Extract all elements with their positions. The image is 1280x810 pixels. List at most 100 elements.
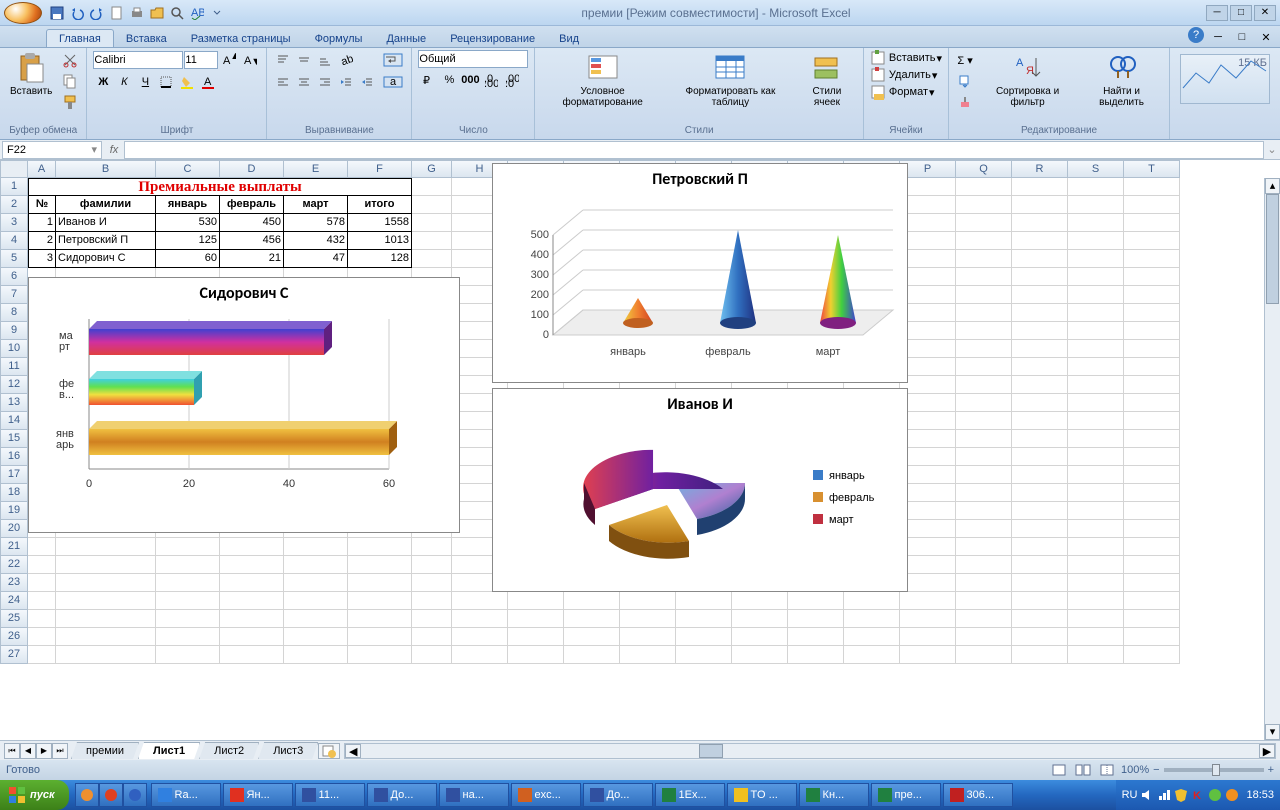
select-all-corner[interactable] [0, 160, 28, 178]
table-cell[interactable]: 3 [28, 250, 56, 268]
row-header[interactable]: 26 [0, 628, 28, 646]
taskbar-item[interactable]: 306... [943, 783, 1013, 807]
sparkline-addin[interactable]: 15 КБ [1180, 54, 1270, 104]
quick-launch[interactable] [75, 783, 99, 807]
redo-icon[interactable] [88, 4, 106, 22]
table-cell[interactable]: Иванов И [56, 214, 156, 232]
open-icon[interactable] [148, 4, 166, 22]
clear-icon[interactable] [955, 92, 975, 112]
table-cell[interactable]: 530 [156, 214, 220, 232]
zoom-out-icon[interactable]: − [1153, 764, 1159, 776]
last-sheet-icon[interactable]: ⏭ [52, 743, 68, 759]
tab-pagelayout[interactable]: Разметка страницы [179, 30, 303, 47]
row-header[interactable]: 13 [0, 394, 28, 412]
table-cell[interactable]: 432 [284, 232, 348, 250]
ribbon-close-icon[interactable]: ✕ [1256, 27, 1276, 47]
fill-icon[interactable] [955, 71, 975, 91]
row-header[interactable]: 24 [0, 592, 28, 610]
border-icon[interactable] [156, 72, 176, 92]
increase-font-icon[interactable]: A▲ [219, 50, 239, 70]
row-header[interactable]: 15 [0, 430, 28, 448]
maximize-button[interactable]: □ [1230, 5, 1252, 21]
row-header[interactable]: 21 [0, 538, 28, 556]
quickprint-icon[interactable] [128, 4, 146, 22]
decrease-decimal-icon[interactable]: ,00,0 [502, 70, 522, 90]
sheet-tab[interactable]: Лист2 [199, 742, 259, 759]
cell-styles-button[interactable]: Стили ячеек [797, 50, 857, 110]
decrease-indent-icon[interactable] [336, 72, 356, 92]
font-color-icon[interactable]: A [198, 72, 218, 92]
currency-icon[interactable]: ₽ [418, 70, 438, 90]
align-right-icon[interactable] [315, 72, 335, 92]
column-header[interactable]: P [900, 160, 956, 178]
row-header[interactable]: 16 [0, 448, 28, 466]
taskbar-item[interactable]: До... [583, 783, 653, 807]
taskbar-item[interactable]: на... [439, 783, 509, 807]
ribbon-restore-icon[interactable]: □ [1232, 27, 1252, 47]
format-as-table-button[interactable]: Форматировать как таблицу [668, 50, 793, 110]
row-header[interactable]: 6 [0, 268, 28, 286]
column-header[interactable]: F [348, 160, 412, 178]
prev-sheet-icon[interactable]: ◀ [20, 743, 36, 759]
row-header[interactable]: 22 [0, 556, 28, 574]
row-header[interactable]: 18 [0, 484, 28, 502]
column-header[interactable]: B [56, 160, 156, 178]
column-header[interactable]: T [1124, 160, 1180, 178]
delete-cells-button[interactable]: Удалить ▾ [870, 67, 942, 83]
ribbon-minimize-icon[interactable]: ─ [1208, 27, 1228, 47]
undo-icon[interactable] [68, 4, 86, 22]
tab-formulas[interactable]: Формулы [303, 30, 375, 47]
table-cell[interactable]: 125 [156, 232, 220, 250]
format-painter-icon[interactable] [60, 92, 80, 112]
column-header[interactable]: E [284, 160, 348, 178]
column-header[interactable]: C [156, 160, 220, 178]
conditional-formatting-button[interactable]: Условное форматирование [541, 50, 663, 110]
horizontal-scrollbar[interactable]: ◀ ▶ [344, 743, 1276, 759]
table-cell[interactable]: 578 [284, 214, 348, 232]
merge-center-icon[interactable]: a [381, 72, 405, 92]
increase-decimal-icon[interactable]: ,0,00 [481, 70, 501, 90]
column-header[interactable]: D [220, 160, 284, 178]
column-header[interactable]: Q [956, 160, 1012, 178]
start-button[interactable]: пуск [0, 780, 69, 810]
align-top-icon[interactable] [273, 50, 293, 70]
taskbar-item[interactable]: Ra... [151, 783, 221, 807]
copy-icon[interactable] [60, 71, 80, 91]
close-button[interactable]: ✕ [1254, 5, 1276, 21]
align-middle-icon[interactable] [294, 50, 314, 70]
row-header[interactable]: 7 [0, 286, 28, 304]
table-cell[interactable]: 128 [348, 250, 412, 268]
table-cell[interactable]: 47 [284, 250, 348, 268]
view-pagebreak-icon[interactable] [1097, 760, 1117, 780]
column-header[interactable]: G [412, 160, 452, 178]
row-header[interactable]: 2 [0, 196, 28, 214]
clock[interactable]: 18:53 [1246, 789, 1274, 801]
office-button[interactable] [4, 2, 42, 24]
quick-launch[interactable] [123, 783, 147, 807]
preview-icon[interactable] [168, 4, 186, 22]
taskbar-item[interactable]: exc... [511, 783, 581, 807]
first-sheet-icon[interactable]: ⏮ [4, 743, 20, 759]
quick-launch[interactable] [99, 783, 123, 807]
table-cell[interactable]: 2 [28, 232, 56, 250]
row-header[interactable]: 23 [0, 574, 28, 592]
row-header[interactable]: 10 [0, 340, 28, 358]
zoom-in-icon[interactable]: + [1268, 764, 1274, 776]
row-header[interactable]: 4 [0, 232, 28, 250]
chart-ivanov[interactable]: Иванов И [492, 388, 908, 592]
row-header[interactable]: 17 [0, 466, 28, 484]
fx-icon[interactable]: fx [104, 144, 124, 156]
column-header[interactable]: S [1068, 160, 1124, 178]
help-icon[interactable]: ? [1188, 27, 1204, 43]
view-normal-icon[interactable] [1049, 760, 1069, 780]
formula-input[interactable] [124, 141, 1264, 159]
row-header[interactable]: 11 [0, 358, 28, 376]
table-cell[interactable]: 1558 [348, 214, 412, 232]
sheet-tab[interactable]: Лист1 [138, 742, 200, 759]
table-cell[interactable]: Сидорович С [56, 250, 156, 268]
taskbar-item[interactable]: Ян... [223, 783, 293, 807]
chart-sidorovich[interactable]: Сидорович С [28, 277, 460, 533]
percent-icon[interactable]: % [439, 70, 459, 90]
table-cell[interactable]: Петровский П [56, 232, 156, 250]
qat-more-icon[interactable] [208, 4, 226, 22]
